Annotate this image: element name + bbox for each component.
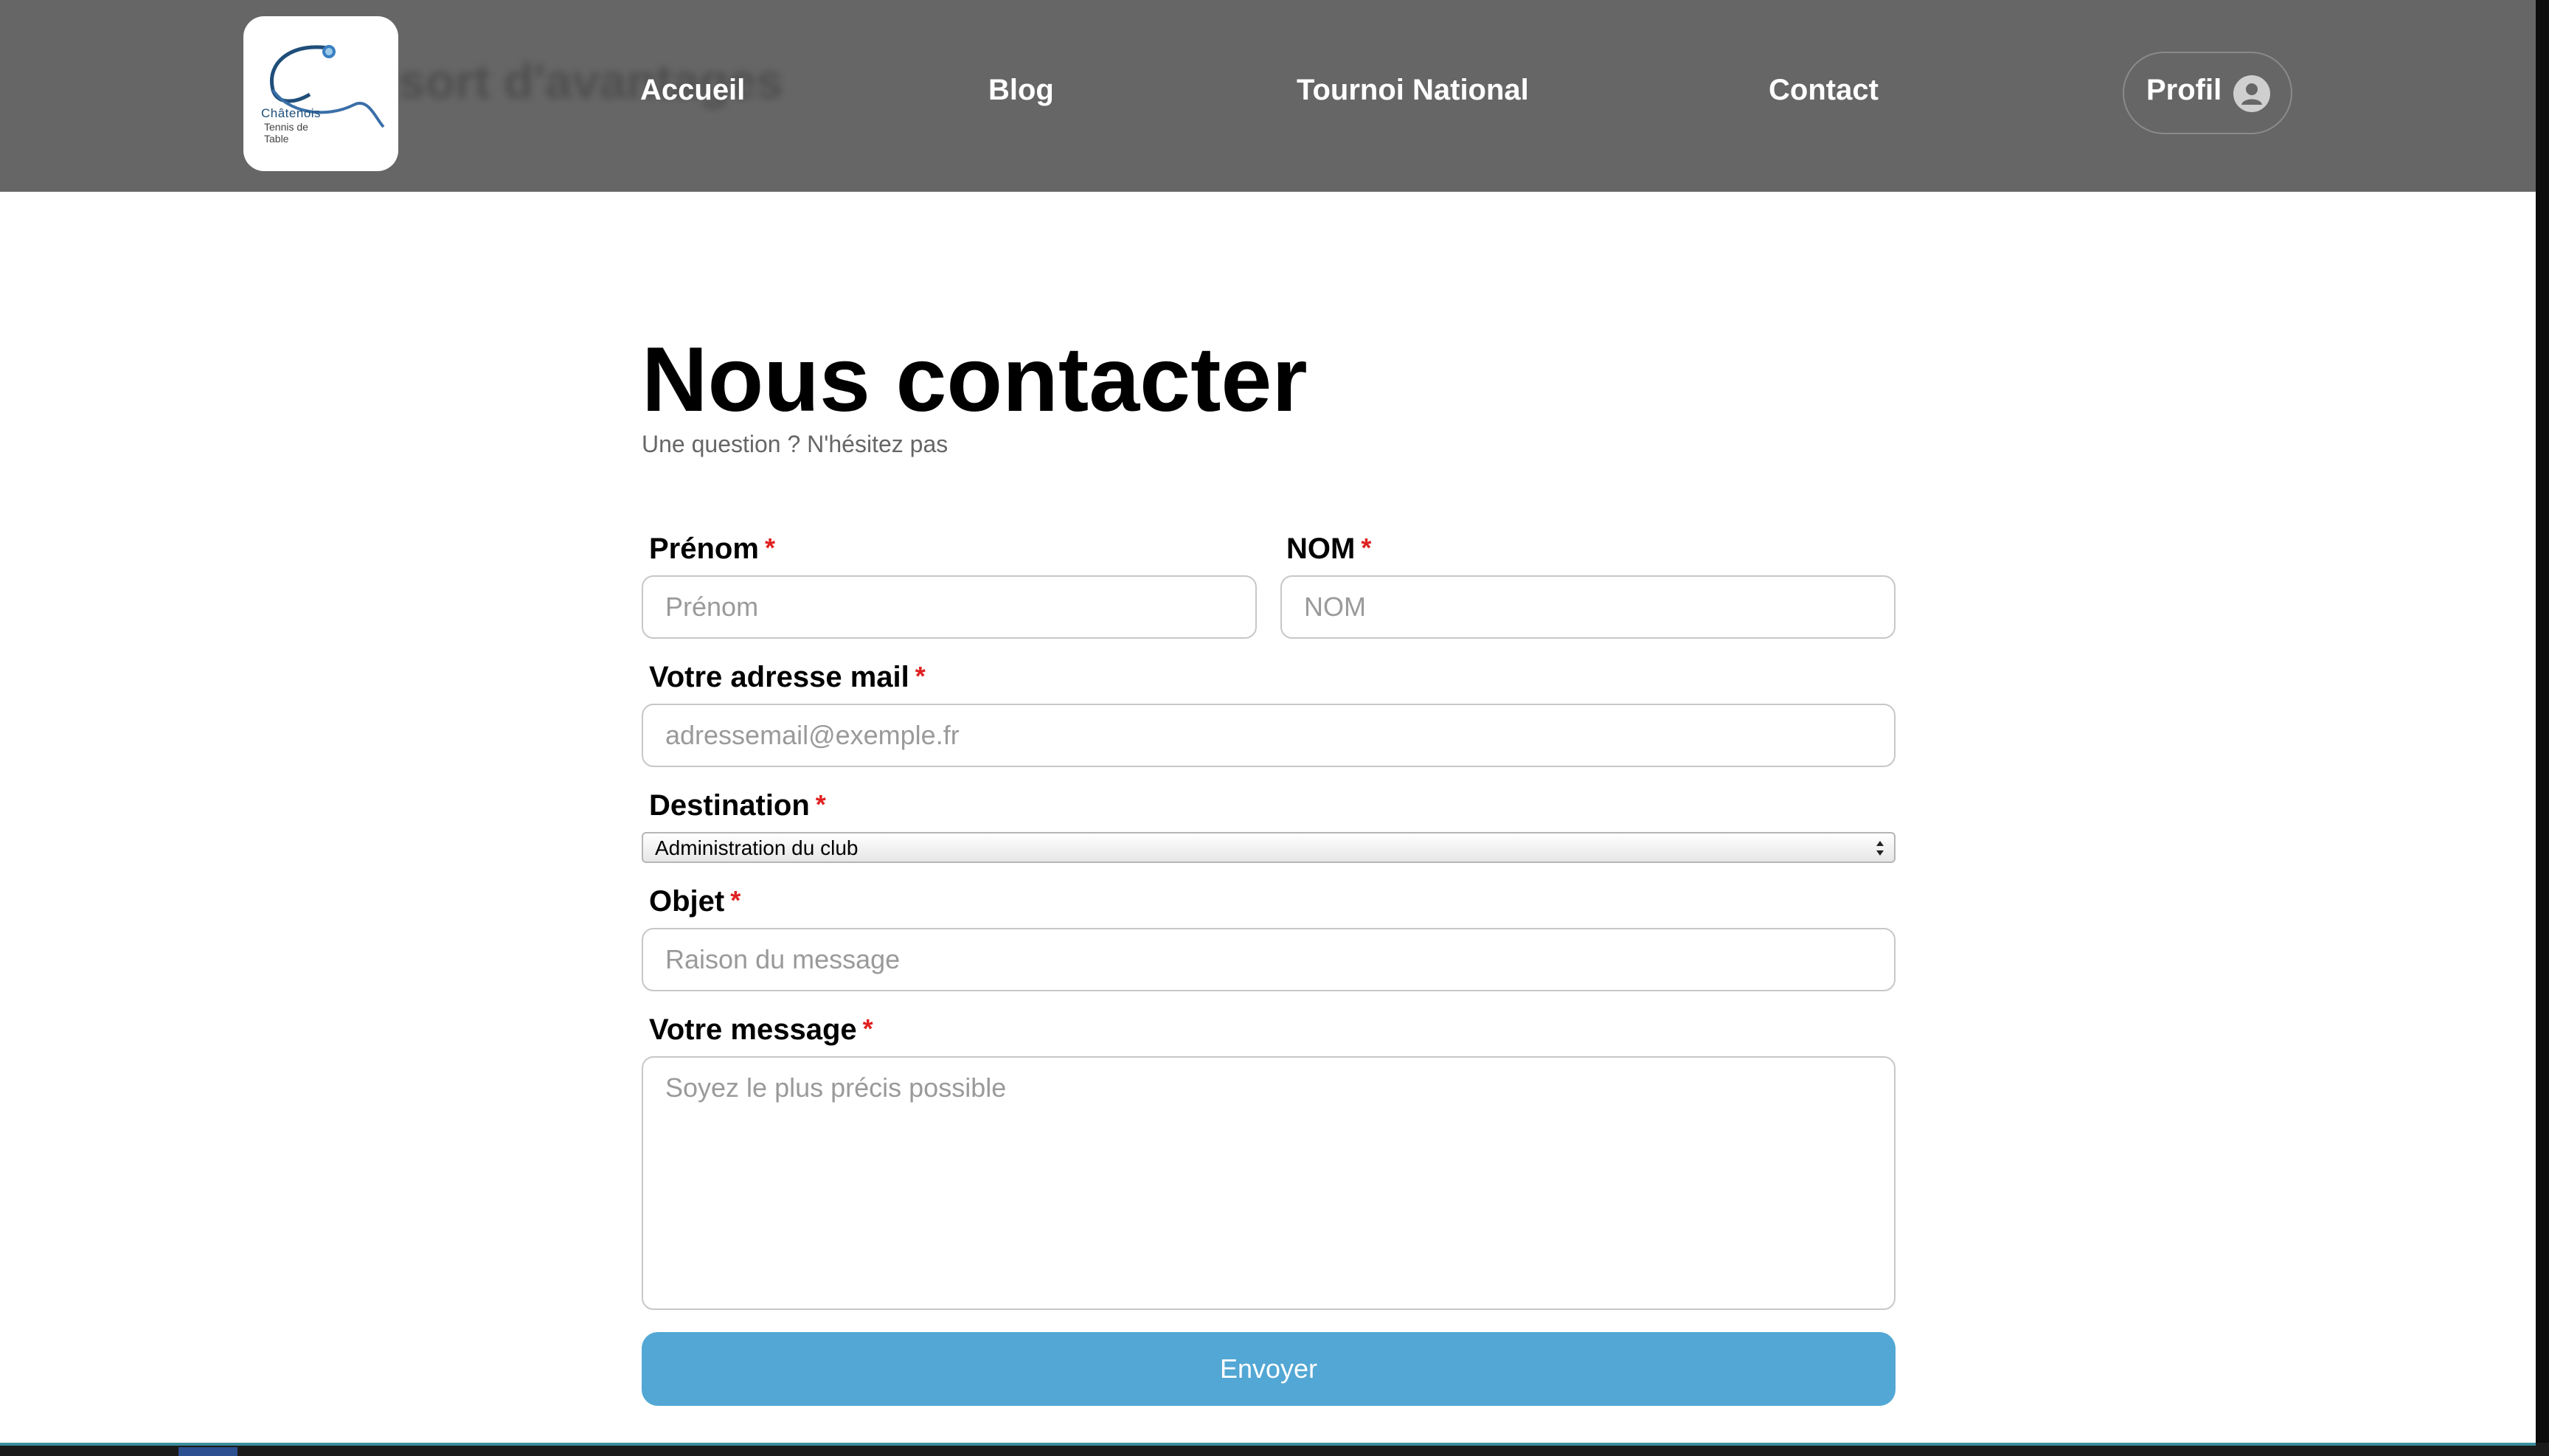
prenom-label: Prénom * (649, 533, 775, 566)
destination-selected-value: Administration du club (655, 836, 859, 859)
taskbar-fragment (178, 1447, 237, 1456)
prenom-field[interactable] (642, 575, 1257, 639)
objet-label-text: Objet (649, 885, 725, 918)
required-marker: * (764, 533, 775, 563)
destination-select[interactable]: Administration du club (642, 832, 1896, 863)
bottom-accent-line (0, 1443, 2536, 1446)
window-edge-bottom (0, 1443, 2549, 1456)
destination-label: Destination * (649, 789, 826, 822)
nav-accueil[interactable]: Accueil (640, 74, 745, 107)
required-marker: * (862, 1013, 873, 1044)
page-title: Nous contacter (642, 329, 1308, 431)
club-logo[interactable]: Châtenois Tennis de Table (243, 16, 398, 171)
nom-field[interactable] (1280, 575, 1896, 639)
window-edge-right (2536, 0, 2549, 1456)
required-marker: * (1361, 533, 1372, 563)
envoyer-button[interactable]: Envoyer (642, 1332, 1896, 1406)
prenom-label-text: Prénom (649, 533, 759, 565)
required-marker: * (730, 885, 741, 915)
email-field[interactable] (642, 704, 1896, 767)
logo-subtitle-2: Table (264, 133, 289, 145)
required-marker: * (815, 789, 826, 819)
objet-field[interactable] (642, 928, 1896, 991)
required-marker: * (915, 661, 926, 691)
select-arrows-icon (1876, 841, 1884, 856)
nom-label-text: NOM (1286, 533, 1356, 565)
page: sort d'avantages Châtenois Tennis de Tab… (0, 0, 2536, 1443)
profil-label: Profil (2146, 74, 2222, 106)
objet-label: Objet * (649, 885, 741, 918)
site-header: sort d'avantages Châtenois Tennis de Tab… (0, 0, 2536, 192)
user-avatar-icon (2233, 75, 2270, 112)
email-label: Votre adresse mail * (649, 661, 926, 694)
message-label: Votre message * (649, 1013, 873, 1047)
logo-graphic (270, 45, 385, 128)
nav-blog[interactable]: Blog (988, 74, 1054, 107)
message-textarea[interactable] (642, 1056, 1896, 1310)
nav-contact[interactable]: Contact (1769, 74, 1879, 107)
profil-button[interactable]: Profil (2123, 52, 2292, 134)
email-label-text: Votre adresse mail (649, 661, 909, 693)
logo-name: Châtenois (261, 106, 322, 120)
destination-label-text: Destination (649, 789, 810, 822)
message-label-text: Votre message (649, 1013, 857, 1046)
nom-label: NOM * (1286, 533, 1371, 566)
nav-tournoi-national[interactable]: Tournoi National (1297, 74, 1529, 107)
page-subtitle: Une question ? N'hésitez pas (642, 431, 948, 457)
logo-subtitle-1: Tennis de (264, 121, 308, 133)
